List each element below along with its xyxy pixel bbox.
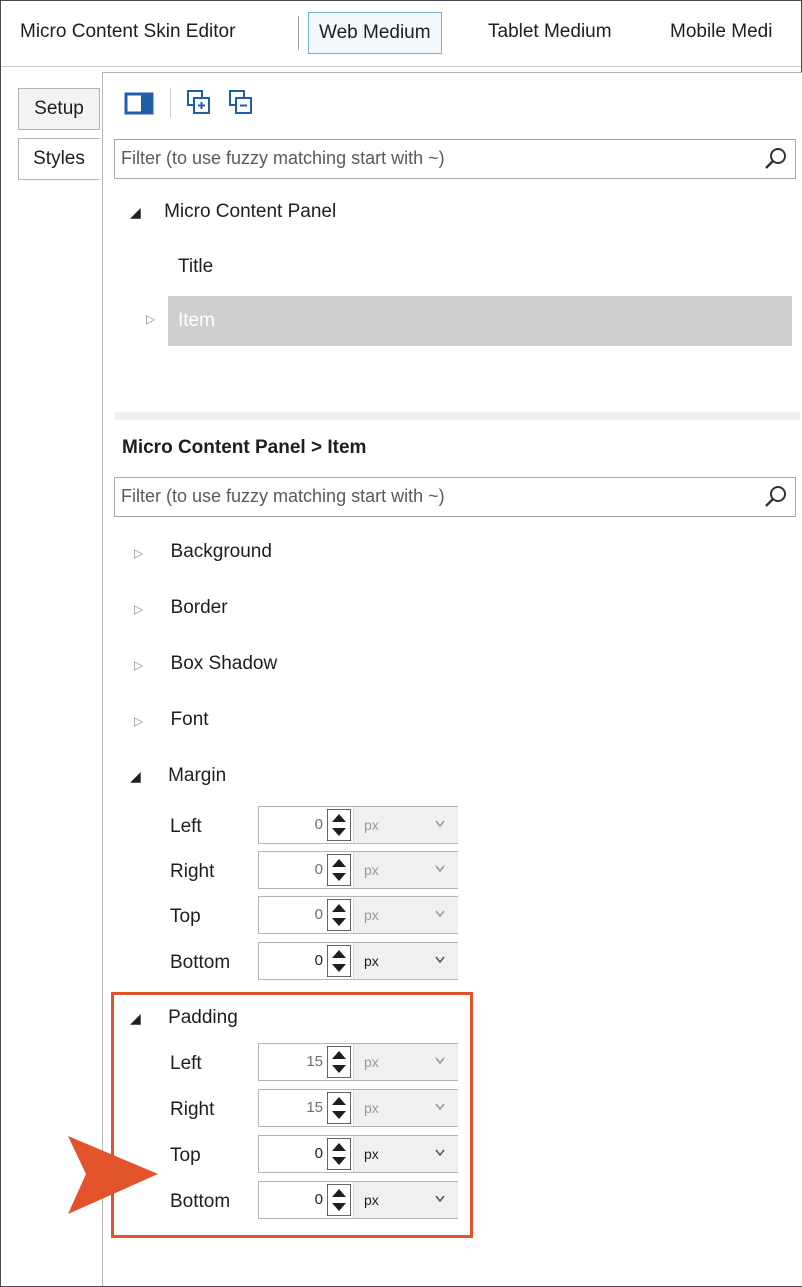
unit-label: px xyxy=(364,907,379,923)
margin-bottom-spinner: 0 px xyxy=(258,942,458,980)
chevron-down-icon xyxy=(435,865,445,873)
property-group-label: Margin xyxy=(168,765,227,786)
margin-right-unit-dropdown[interactable]: px xyxy=(353,852,458,888)
property-group-label: Font xyxy=(170,709,209,730)
property-group-label: Background xyxy=(170,541,272,562)
margin-top-value[interactable]: 0 xyxy=(259,897,323,933)
stepper-icon[interactable] xyxy=(327,809,351,841)
margin-left-value[interactable]: 0 xyxy=(259,807,323,843)
expand-all-icon[interactable] xyxy=(186,88,212,118)
side-tab-strip xyxy=(1,67,103,1286)
tree-node-title[interactable]: Title xyxy=(178,247,213,287)
property-group-background[interactable]: ▷ Background xyxy=(134,532,272,572)
chevron-down-icon xyxy=(435,820,445,828)
tab-micro-content-skin-editor[interactable]: Micro Content Skin Editor xyxy=(10,12,245,54)
unit-label: px xyxy=(364,862,379,878)
property-group-border[interactable]: ▷ Border xyxy=(134,588,228,628)
property-group-box-shadow[interactable]: ▷ Box Shadow xyxy=(134,644,277,684)
collapsed-arrow-icon[interactable]: ▷ xyxy=(134,658,143,672)
tab-web-medium[interactable]: Web Medium xyxy=(308,12,442,54)
tab-setup[interactable]: Setup xyxy=(18,88,100,130)
margin-bottom-unit-dropdown[interactable]: px xyxy=(353,943,458,979)
margin-right-spinner: 0 px xyxy=(258,851,458,889)
tab-styles[interactable]: Styles xyxy=(18,138,100,180)
margin-left-spinner: 0 px xyxy=(258,806,458,844)
stepper-icon[interactable] xyxy=(327,899,351,931)
pointer-arrow-icon xyxy=(68,1136,158,1214)
tab-separator xyxy=(298,16,299,50)
property-group-label: Box Shadow xyxy=(170,653,278,674)
toggle-panel-icon[interactable] xyxy=(124,88,154,118)
collapsed-arrow-icon[interactable]: ▷ xyxy=(134,546,143,560)
style-filter-input-box xyxy=(114,139,796,179)
search-icon[interactable] xyxy=(763,146,789,172)
padding-highlight-box xyxy=(111,992,473,1238)
stepper-icon[interactable] xyxy=(327,854,351,886)
toolbar-separator xyxy=(170,88,171,118)
property-group-font[interactable]: ▷ Font xyxy=(134,700,209,740)
stepper-icon[interactable] xyxy=(327,945,351,977)
property-filter-input[interactable] xyxy=(115,478,747,514)
tree-node-item-selected[interactable]: Item xyxy=(168,296,792,346)
margin-right-label: Right xyxy=(170,861,215,882)
tab-mobile-medium[interactable]: Mobile Medi xyxy=(660,12,802,54)
chevron-down-icon xyxy=(435,910,445,918)
chevron-down-icon xyxy=(435,956,445,964)
property-group-label: Border xyxy=(170,597,228,618)
collapsed-arrow-icon[interactable]: ▷ xyxy=(134,602,143,616)
collapsed-arrow-icon[interactable]: ▷ xyxy=(146,312,155,326)
search-icon[interactable] xyxy=(763,484,789,510)
expanded-arrow-icon[interactable]: ◢ xyxy=(130,768,141,784)
collapsed-arrow-icon[interactable]: ▷ xyxy=(134,714,143,728)
style-filter-input[interactable] xyxy=(115,140,747,176)
margin-bottom-value[interactable]: 0 xyxy=(259,943,323,979)
expanded-arrow-icon[interactable]: ◢ xyxy=(130,204,141,220)
margin-left-label: Left xyxy=(170,816,202,837)
margin-top-label: Top xyxy=(170,906,201,927)
margin-top-spinner: 0 px xyxy=(258,896,458,934)
collapse-all-icon[interactable] xyxy=(228,88,254,118)
margin-bottom-label: Bottom xyxy=(170,952,231,973)
unit-label: px xyxy=(364,817,379,833)
unit-label: px xyxy=(364,953,379,969)
pane-divider xyxy=(115,412,800,420)
margin-left-unit-dropdown[interactable]: px xyxy=(353,807,458,843)
tree-node-micro-content-panel[interactable]: ◢ Micro Content Panel xyxy=(130,192,336,232)
margin-right-value[interactable]: 0 xyxy=(259,852,323,888)
property-group-margin[interactable]: ◢ Margin xyxy=(130,756,226,796)
margin-top-unit-dropdown[interactable]: px xyxy=(353,897,458,933)
tab-tablet-medium[interactable]: Tablet Medium xyxy=(478,12,622,54)
tree-node-label: Micro Content Panel xyxy=(164,201,337,222)
property-filter-input-box xyxy=(114,477,796,517)
selected-style-breadcrumb: Micro Content Panel > Item xyxy=(122,437,367,458)
